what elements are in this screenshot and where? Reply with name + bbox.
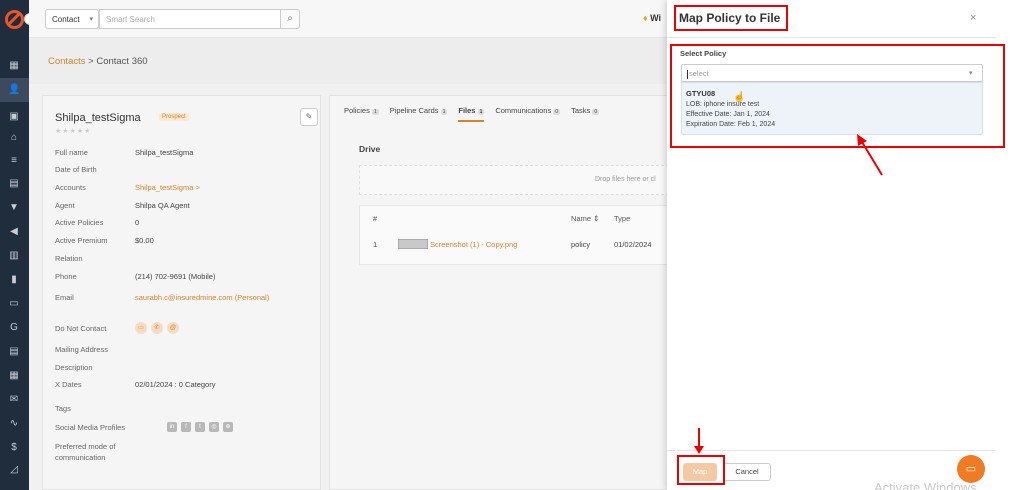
option-arrow-head [857,134,867,146]
annotation-arrows [694,134,883,454]
windows-watermark: Activate Windows [874,480,977,490]
map-arrow-head [694,446,704,454]
option-arrow-line [861,141,883,176]
chat-support-icon[interactable]: ▭ [957,455,985,483]
